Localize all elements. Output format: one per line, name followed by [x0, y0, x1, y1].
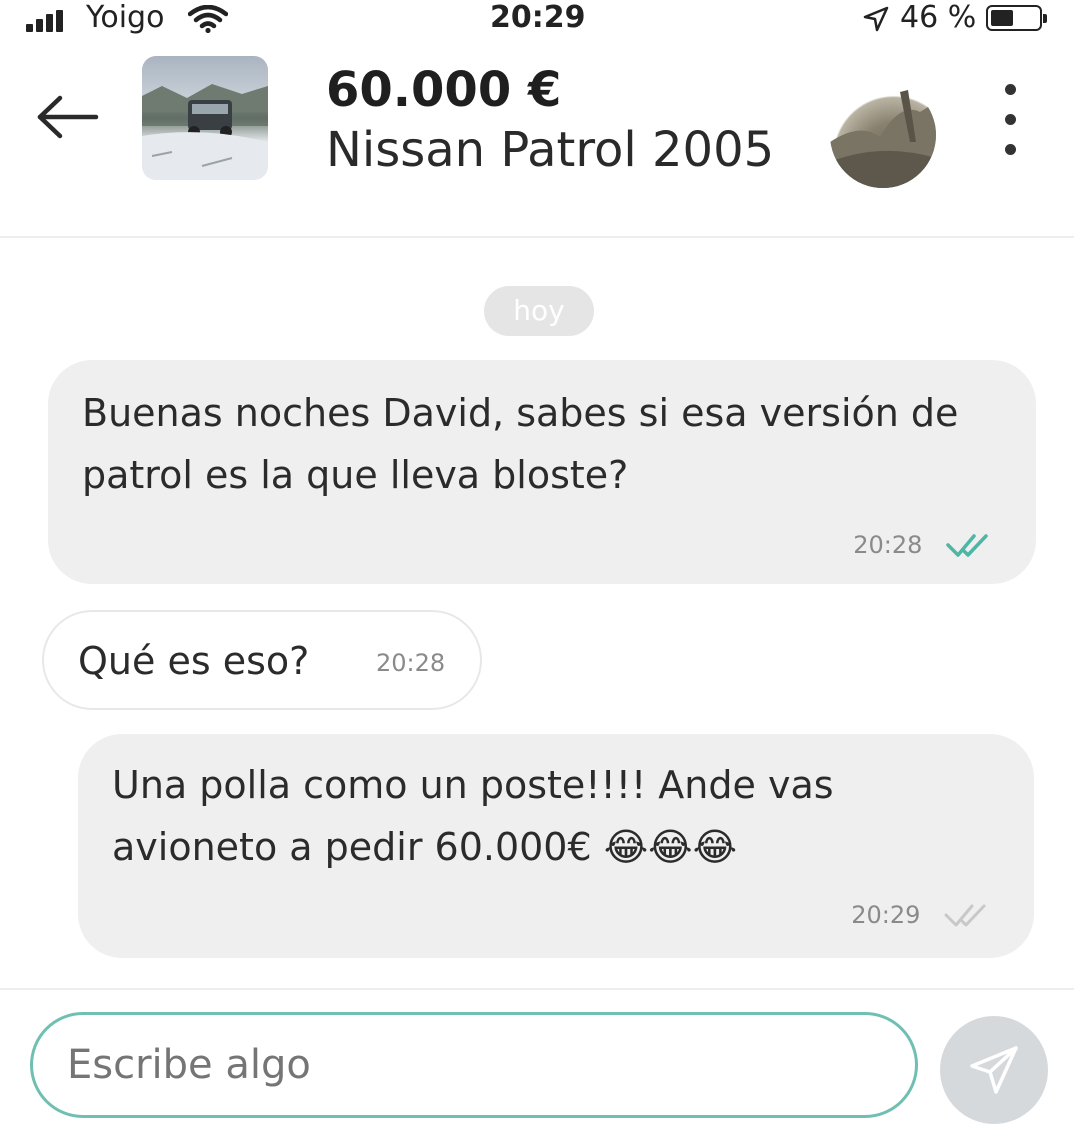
chat-screen: Yoigo 20:29 46 % 60.000 € Nissan Patrol … [0, 0, 1074, 1126]
wifi-icon [188, 5, 228, 33]
message-list[interactable]: hoy Buenas noches David, sabes si esa ve… [0, 240, 1074, 988]
listing-thumbnail[interactable] [142, 56, 268, 180]
message-meta: 20:29 [851, 900, 992, 930]
car-photo [142, 84, 268, 180]
clock: 20:29 [490, 0, 586, 35]
back-button[interactable] [34, 92, 104, 142]
carrier-name: Yoigo [86, 0, 165, 35]
message-time: 20:28 [376, 649, 446, 677]
listing-price: 60.000 € [326, 62, 562, 118]
chat-header: 60.000 € Nissan Patrol 2005 [0, 40, 1074, 238]
laughing-emoji-icon: 😂😂😂 [603, 825, 737, 869]
listing-title: Nissan Patrol 2005 [326, 122, 775, 178]
more-options-button[interactable] [996, 80, 1026, 160]
message-text: Buenas noches David, sabes si esa versió… [82, 391, 959, 497]
message-composer [0, 988, 1074, 1126]
message-time: 20:28 [853, 531, 923, 559]
delivered-ticks-icon [944, 904, 986, 927]
message-bubble-outgoing[interactable]: Una polla como un poste!!!! Ande vas avi… [78, 734, 1034, 958]
message-bubble-outgoing[interactable]: Buenas noches David, sabes si esa versió… [48, 360, 1036, 584]
day-separator: hoy [484, 286, 594, 336]
location-arrow-icon [863, 6, 889, 32]
battery-percent: 46 % [900, 0, 977, 35]
avatar-photo [830, 90, 936, 188]
message-time: 20:29 [851, 901, 921, 929]
signal-icon [26, 10, 70, 32]
message-text: Una polla como un poste!!!! Ande vas avi… [112, 754, 1002, 878]
message-text: Qué es eso? [78, 639, 310, 683]
message-meta: 20:28 [853, 530, 994, 560]
message-bubble-incoming[interactable]: Qué es eso? 20:28 [42, 610, 482, 710]
send-icon [970, 1046, 1018, 1094]
seller-avatar[interactable] [830, 82, 936, 188]
status-bar: Yoigo 20:29 46 % [0, 0, 1074, 40]
send-button[interactable] [940, 1016, 1048, 1124]
battery-icon [986, 5, 1047, 31]
message-input[interactable] [30, 1012, 918, 1118]
back-arrow-icon [37, 95, 99, 139]
read-ticks-icon [946, 534, 988, 557]
